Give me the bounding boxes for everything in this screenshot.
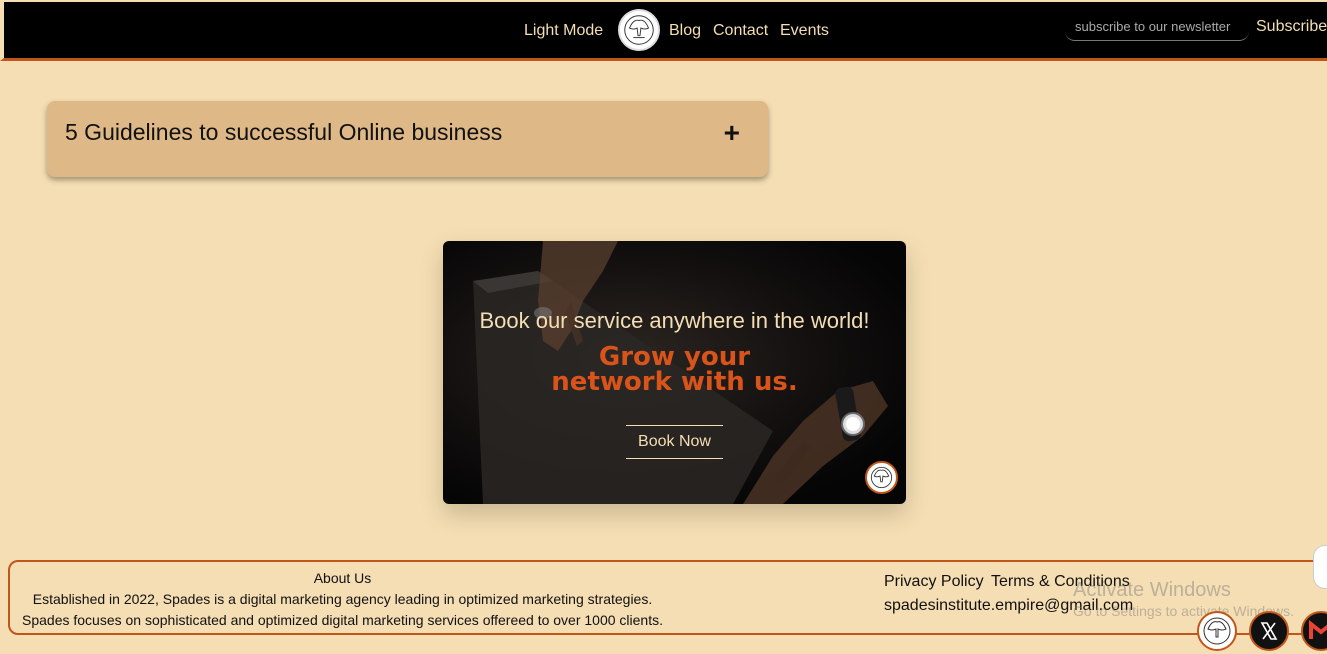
subscribe-button[interactable]: Subscribe <box>1256 16 1327 38</box>
accordion-title: 5 Guidelines to successful Online busine… <box>65 119 503 145</box>
main-nav: Light Mode Blog Contact Events Subscribe <box>4 2 1327 60</box>
nav-blog-link[interactable]: Blog <box>669 22 701 40</box>
nav-contact-link[interactable]: Contact <box>713 22 768 40</box>
logo-icon[interactable] <box>618 9 660 51</box>
about-title: About Us <box>313 570 372 586</box>
gmail-icon[interactable] <box>1301 611 1327 651</box>
promo-sub-line2: network with us. <box>551 367 798 397</box>
promo-card: Book our service anywhere in the world! … <box>443 241 906 504</box>
promo-subheading: Grow your network with us. <box>443 344 906 397</box>
side-widget-tab[interactable] <box>1313 545 1327 589</box>
site-header: Light Mode Blog Contact Events Subscribe <box>0 0 1327 61</box>
nav-events-link[interactable]: Events <box>780 22 829 40</box>
accordion-item[interactable]: 5 Guidelines to successful Online busine… <box>47 101 768 177</box>
x-icon[interactable] <box>1249 611 1289 651</box>
about-text-line: Spades focuses on sophisticated and opti… <box>22 612 663 628</box>
logo-icon <box>865 461 898 494</box>
privacy-policy-link[interactable]: Privacy Policy <box>884 573 984 591</box>
light-mode-toggle[interactable]: Light Mode <box>524 22 603 40</box>
promo-heading: Book our service anywhere in the world! <box>479 308 870 333</box>
activation-watermark-title: Activate Windows <box>1073 579 1231 601</box>
logo-icon[interactable] <box>1197 611 1237 651</box>
book-now-button[interactable]: Book Now <box>626 425 723 459</box>
plus-icon[interactable]: + <box>724 119 740 147</box>
about-text-line: Established in 2022, Spades is a digital… <box>32 591 653 607</box>
newsletter-input[interactable] <box>1065 13 1249 41</box>
